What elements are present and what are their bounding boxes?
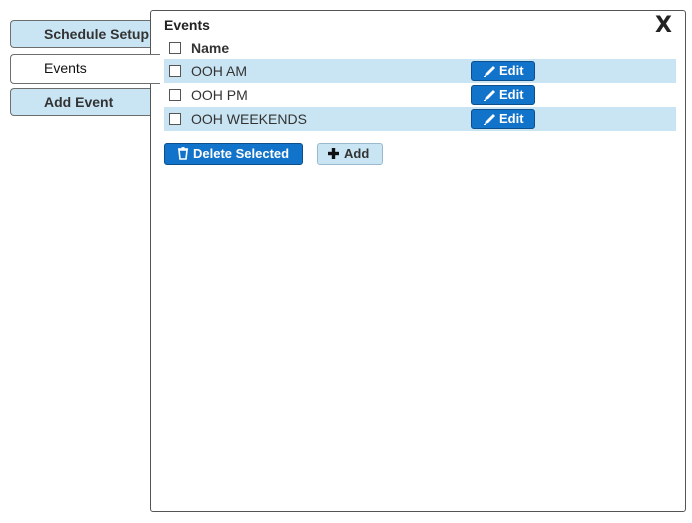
delete-selected-label: Delete Selected bbox=[193, 146, 290, 161]
events-panel: Events X Name OOH AM Edit OOH PM Edit OO… bbox=[150, 10, 686, 512]
pencil-icon bbox=[484, 114, 495, 125]
add-label: Add bbox=[344, 146, 370, 161]
table-row: OOH PM Edit bbox=[164, 83, 676, 107]
pencil-icon bbox=[484, 66, 495, 77]
panel-title: Events bbox=[164, 17, 210, 33]
table-row: OOH WEEKENDS Edit bbox=[164, 107, 676, 131]
event-name: OOH PM bbox=[191, 87, 248, 103]
tab-label: Add Event bbox=[44, 94, 114, 110]
table-header-row: Name bbox=[164, 37, 676, 59]
event-name: OOH AM bbox=[191, 63, 248, 79]
tab-label: Schedule Setup bbox=[44, 26, 150, 42]
delete-selected-button[interactable]: Delete Selected bbox=[164, 143, 303, 165]
table-row: OOH AM Edit bbox=[164, 59, 676, 83]
row-checkbox[interactable] bbox=[169, 65, 181, 77]
plus-icon bbox=[328, 148, 339, 159]
tab-add-event[interactable]: Add Event bbox=[10, 88, 160, 116]
close-button[interactable]: X bbox=[655, 15, 672, 37]
edit-label: Edit bbox=[499, 111, 524, 126]
event-name: OOH WEEKENDS bbox=[191, 111, 307, 127]
row-checkbox[interactable] bbox=[169, 113, 181, 125]
tab-schedule-setup[interactable]: Schedule Setup bbox=[10, 20, 160, 48]
tab-events[interactable]: Events bbox=[10, 54, 160, 84]
select-all-checkbox[interactable] bbox=[169, 42, 181, 54]
events-table: Name OOH AM Edit OOH PM Edit OOH WEEKEND… bbox=[164, 37, 676, 131]
trash-icon bbox=[178, 147, 188, 160]
pencil-icon bbox=[484, 90, 495, 101]
column-header-name: Name bbox=[191, 40, 230, 56]
edit-button[interactable]: Edit bbox=[471, 109, 535, 129]
edit-label: Edit bbox=[499, 87, 524, 102]
tab-label: Events bbox=[44, 60, 87, 76]
row-checkbox[interactable] bbox=[169, 89, 181, 101]
edit-button[interactable]: Edit bbox=[471, 85, 535, 105]
edit-label: Edit bbox=[499, 63, 524, 78]
add-button[interactable]: Add bbox=[317, 143, 383, 165]
edit-button[interactable]: Edit bbox=[471, 61, 535, 81]
app-root: Schedule Setup Events Add Event Events X… bbox=[0, 0, 692, 523]
